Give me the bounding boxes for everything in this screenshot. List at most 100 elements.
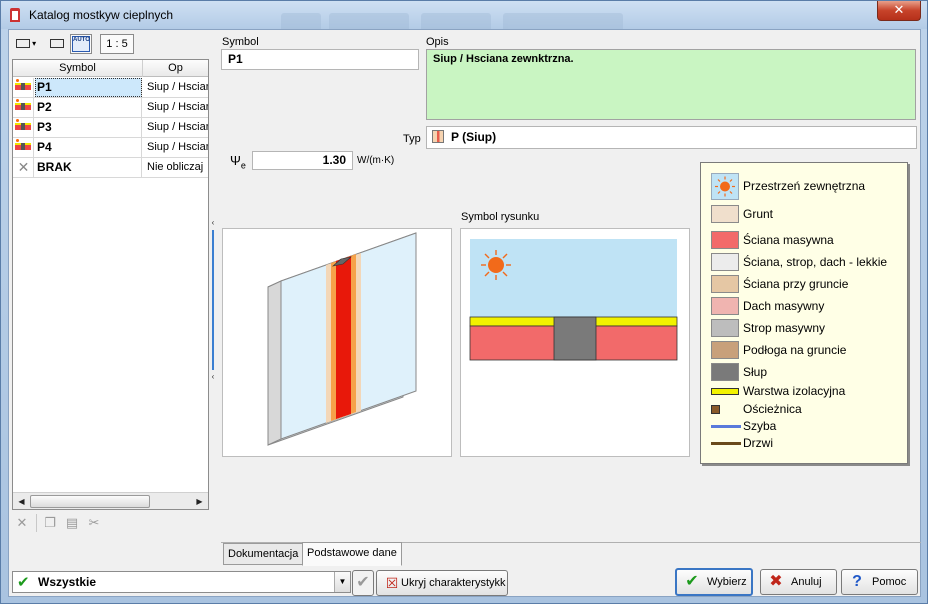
grid-view-icon [15, 38, 30, 48]
table-row[interactable]: P1 Siup / Hsciana [13, 78, 208, 98]
color-swatch [711, 275, 739, 293]
chevron-down-icon[interactable]: ▼ [334, 572, 350, 592]
row-icon-cell [13, 118, 34, 137]
typ-value: P (Siup) [451, 130, 497, 144]
symbol-value: P1 [228, 52, 243, 66]
legend-label: Warstwa izolacyjna [743, 384, 846, 398]
color-swatch [711, 341, 739, 359]
help-button[interactable]: ? Pomoc [841, 569, 918, 595]
delete-icon[interactable]: ✕ [14, 515, 30, 531]
opis-field[interactable]: Siup / Hsciana zewnktrzna. [426, 49, 916, 120]
filter-select[interactable]: ✔ Wszystkie ▼ [12, 571, 351, 593]
pillar-icon [15, 79, 31, 91]
drawing-symbol-label: Symbol rysunku [461, 211, 540, 223]
cut-icon[interactable]: ✂ [86, 515, 102, 531]
3d-preview [222, 228, 452, 457]
keyboard-button[interactable] [46, 34, 68, 54]
check-icon: ✔ [356, 574, 370, 591]
typ-field[interactable]: P (Siup) [426, 126, 917, 149]
insulation-swatch [711, 388, 739, 395]
auto-scale-button[interactable]: AUTO [70, 34, 92, 54]
tab-dokumentacja[interactable]: Dokumentacja [223, 543, 304, 565]
legend-label: Strop masywny [743, 321, 826, 335]
row-symbol: P3 [35, 118, 142, 137]
ok-check-icon: ✔ [685, 573, 699, 590]
table-row[interactable]: P3 Siup / Hsciana [13, 118, 208, 138]
scroll-left-arrow-icon[interactable]: ◀ [14, 494, 29, 509]
checkmark-icon: ✔ [17, 574, 30, 591]
row-icon-cell [13, 78, 34, 97]
zoom-ratio-button[interactable]: 1 : 5 [100, 34, 134, 54]
keyboard-icon [50, 38, 64, 48]
cancel-button[interactable]: ✖ Anuluj [760, 569, 837, 595]
legend-label: Ściana masywna [743, 233, 834, 247]
titlebar[interactable]: Katalog mostkyw cieplnych ✕ [1, 1, 927, 29]
sun-icon [481, 250, 511, 280]
table-row[interactable]: P2 Siup / Hsciana [13, 98, 208, 118]
legend-label: Ściana, strop, dach - lekkie [743, 255, 888, 269]
table-row[interactable]: ✕ BRAK Nie obliczaj [13, 158, 208, 178]
hide-characteristics-button[interactable]: ☒ Ukryj charakterystykk [376, 570, 508, 596]
scroll-thumb[interactable] [30, 495, 150, 508]
row-symbol: P2 [35, 98, 142, 117]
legend-label: Ościeżnica [743, 402, 802, 416]
tab-podstawowe-dane[interactable]: Podstawowe dane [302, 542, 402, 566]
row-icon-cell: ✕ [13, 158, 34, 177]
toolbar-divider [36, 514, 37, 532]
collapse-left-icon[interactable]: ‹ [209, 218, 217, 228]
row-icon-cell [13, 98, 34, 117]
row-symbol: P4 [35, 138, 142, 157]
pillar-icon [15, 99, 31, 111]
close-button[interactable]: ✕ [877, 1, 921, 21]
legend-label: Grunt [743, 207, 774, 221]
hide-chart-icon: ☒ [385, 575, 399, 591]
color-swatch [711, 205, 739, 223]
table-row[interactable]: P4 Siup / Hsciana [13, 138, 208, 158]
symbol-field[interactable]: P1 [221, 49, 419, 70]
none-icon: ✕ [17, 159, 30, 175]
color-swatch [711, 297, 739, 315]
color-swatch [711, 231, 739, 249]
scroll-right-arrow-icon[interactable]: ▶ [192, 494, 207, 509]
window: Katalog mostkyw cieplnych ✕ ▾ AUTO 1 : 5 [0, 0, 928, 604]
paste-icon[interactable]: ▤ [64, 515, 80, 531]
opis-value: Siup / Hsciana zewnktrzna. [433, 53, 574, 65]
pillar-icon [15, 139, 31, 151]
column-header-symbol[interactable]: Symbol [13, 60, 143, 77]
splitter-bar [212, 230, 214, 370]
column-header-opis[interactable]: Op [143, 60, 208, 77]
line-swatch [711, 442, 741, 445]
legend-label: Dach masywny [743, 299, 825, 313]
copy-icon[interactable]: ❐ [42, 515, 58, 531]
row-description: Siup / Hsciana [147, 141, 208, 153]
panel-splitter[interactable]: ‹ ‹ [209, 218, 217, 383]
legend-label: Słup [743, 365, 768, 379]
select-button[interactable]: ✔ Wybierz [675, 568, 753, 596]
color-swatch [711, 253, 739, 271]
horizontal-scrollbar[interactable]: ◀ ▶ [13, 492, 208, 509]
view-menu-button[interactable]: ▾ [12, 34, 40, 54]
apply-filter-button[interactable]: ✔ [352, 570, 374, 596]
bridge-list: Symbol Op P1 Siup / Hsciana P2 Siup / Hscia… [12, 59, 209, 510]
list-toolbar: ▾ AUTO 1 : 5 [12, 33, 212, 55]
row-icon-cell [13, 138, 34, 157]
legend-label: Ściana przy gruncie [743, 277, 849, 291]
psi-value-field[interactable]: 1.30 [252, 151, 353, 170]
wall-3d-illustration [267, 232, 417, 446]
color-swatch [711, 319, 739, 337]
auto-scale-icon: AUTO [72, 36, 90, 53]
row-description: Nie obliczaj [147, 161, 204, 173]
pillar-symbol-illustration [469, 239, 678, 361]
catalog-icon [10, 8, 20, 22]
edit-toolbar: ✕ ❐ ▤ ✂ [12, 512, 209, 534]
sun-icon [711, 173, 739, 200]
color-swatch [711, 363, 739, 381]
symbol-label: Symbol [222, 36, 259, 48]
cancel-x-icon: ✖ [769, 573, 783, 590]
legend-label: Drzwi [743, 436, 773, 450]
drawing-symbol-preview [460, 228, 690, 457]
psi-label: Ψe [230, 153, 246, 171]
filter-value: Wszystkie [38, 575, 97, 589]
legend-label: Przestrzeń zewnętrzna [743, 179, 866, 193]
collapse-left-icon-bottom[interactable]: ‹ [209, 372, 217, 382]
